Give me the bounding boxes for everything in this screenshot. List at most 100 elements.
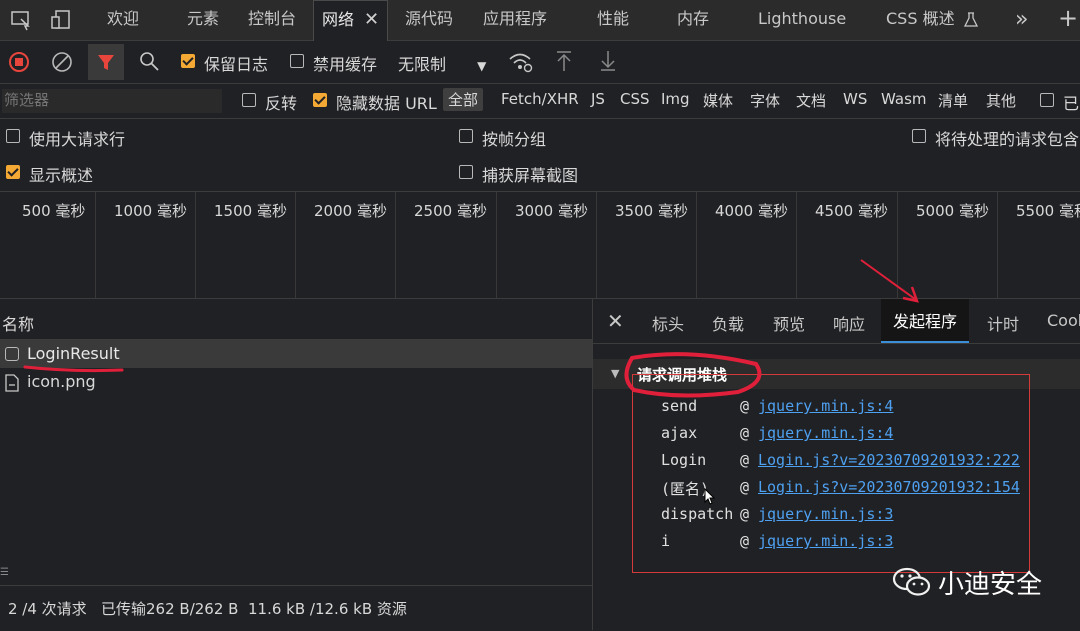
tab-application[interactable]: 应用程序	[483, 0, 547, 40]
preserve-log-checkbox[interactable]	[181, 54, 195, 68]
timeline-tick-label: 4500 毫秒	[815, 202, 888, 220]
filter-type-font[interactable]: 字体	[750, 90, 780, 111]
filter-input[interactable]	[2, 89, 222, 113]
export-har-icon[interactable]	[598, 49, 618, 77]
request-list-header: 名称	[0, 299, 592, 340]
close-icon[interactable]: ✕	[607, 309, 624, 333]
tab-network[interactable]: 网络 ✕	[313, 0, 389, 41]
throttle-select[interactable]: 无限制 ▼	[398, 51, 486, 75]
network-settings: 使用大请求行 按帧分组 将待处理的请求包含 显示概述 捕获屏幕截图	[0, 119, 1080, 192]
timeline-tick	[395, 192, 396, 298]
document-icon	[5, 347, 19, 361]
tab-css-overview-label: CSS 概述	[886, 9, 955, 28]
tab-memory[interactable]: 内存	[677, 0, 709, 40]
close-icon[interactable]: ✕	[364, 9, 379, 30]
network-status-bar: 2 /4 次请求 已传输262 B/262 B 11.6 kB /12.6 kB…	[0, 585, 592, 631]
timeline-tick	[596, 192, 597, 298]
tab-preview[interactable]: 预览	[773, 311, 805, 335]
clear-icon[interactable]	[51, 51, 73, 77]
timeline-tick-label: 1500 毫秒	[214, 202, 287, 220]
throttle-value: 无限制	[398, 55, 447, 74]
invert-checkbox[interactable]	[242, 93, 256, 107]
tab-elements[interactable]: 元素	[187, 0, 219, 40]
tab-css-overview[interactable]: CSS 概述	[886, 0, 978, 40]
timeline-tick	[95, 192, 96, 298]
timeline-tick	[796, 192, 797, 298]
network-conditions-icon[interactable]	[508, 50, 534, 78]
filter-type-ws[interactable]: WS	[843, 90, 867, 108]
filter-type-wasm[interactable]: Wasm	[881, 90, 927, 108]
device-toolbar-icon[interactable]	[50, 9, 72, 35]
devtools-tab-bar: 欢迎 元素 控制台 网络 ✕ 源代码 应用程序 性能 内存 Lighthouse …	[0, 0, 1080, 41]
highlight-box-annotation	[632, 374, 1030, 573]
big-request-rows-label: 使用大请求行	[29, 130, 126, 149]
import-har-icon[interactable]	[554, 49, 574, 77]
dropdown-arrow-icon: ▼	[477, 59, 487, 73]
pending-requests-label: 将待处理的请求包含	[935, 130, 1080, 149]
group-by-frame-label: 按帧分组	[482, 130, 547, 149]
capture-screenshots-label: 捕获屏幕截图	[482, 166, 579, 185]
disable-cache-checkbox[interactable]	[290, 54, 304, 68]
timeline-tick	[997, 192, 998, 298]
sidebar-toggle-icon[interactable]: ☰	[0, 567, 9, 578]
request-name: LoginResult	[27, 344, 120, 363]
timeline-tick-label: 4000 毫秒	[715, 202, 788, 220]
filter-type-all[interactable]: 全部	[443, 88, 484, 111]
timeline-tick-label: 2500 毫秒	[414, 202, 487, 220]
underline-annotation	[23, 365, 124, 373]
timeline-tick-label: 500 毫秒	[22, 202, 86, 220]
tab-response[interactable]: 响应	[833, 311, 865, 335]
filter-type-img[interactable]: Img	[661, 90, 690, 108]
column-header-name[interactable]: 名称	[2, 311, 34, 335]
filter-type-media[interactable]: 媒体	[703, 90, 733, 111]
filter-type-fetch-xhr[interactable]: Fetch/XHR	[501, 90, 579, 108]
add-tab-icon[interactable]: +	[1058, 4, 1078, 32]
arrow-annotation	[860, 259, 919, 303]
request-list-panel: 名称 LoginResult icon.png ☰ 2 /4 次请求 已传输26…	[0, 299, 593, 631]
tab-payload[interactable]: 负载	[712, 311, 744, 335]
timeline-tick	[195, 192, 196, 298]
timeline-tick-label: 1000 毫秒	[114, 202, 187, 220]
tab-console[interactable]: 控制台	[248, 0, 296, 40]
hide-data-urls-checkbox[interactable]	[313, 93, 327, 107]
filter-type-doc[interactable]: 文档	[796, 90, 826, 111]
tab-performance[interactable]: 性能	[597, 0, 629, 40]
timeline-tick-label: 5500 毫秒	[1016, 202, 1080, 220]
timeline-tick-label: 3000 毫秒	[515, 202, 588, 220]
tab-timing[interactable]: 计时	[987, 311, 1019, 335]
capture-screenshots-checkbox[interactable]	[459, 165, 473, 179]
filter-toggle-icon[interactable]	[88, 44, 124, 80]
tab-sources[interactable]: 源代码	[405, 0, 453, 40]
preserve-log-label: 保留日志	[204, 55, 269, 74]
timeline-tick	[295, 192, 296, 298]
show-overview-checkbox[interactable]	[6, 165, 20, 179]
watermark: 小迪安全	[892, 562, 1062, 602]
image-file-icon	[5, 374, 19, 396]
filter-type-css[interactable]: CSS	[620, 90, 650, 108]
filter-type-js[interactable]: JS	[591, 90, 605, 108]
circle-annotation	[624, 352, 762, 398]
inspect-element-icon[interactable]	[10, 9, 32, 35]
group-by-frame-checkbox[interactable]	[459, 129, 473, 143]
record-stop-icon[interactable]	[8, 51, 30, 77]
disable-cache-label: 禁用缓存	[313, 55, 378, 74]
filter-type-manifest[interactable]: 清单	[938, 90, 968, 111]
timeline-tick-label: 5000 毫秒	[916, 202, 989, 220]
wechat-icon	[892, 567, 931, 596]
tab-headers[interactable]: 标头	[652, 311, 684, 335]
blocked-requests-checkbox[interactable]	[1040, 93, 1054, 107]
tab-lighthouse[interactable]: Lighthouse	[758, 0, 846, 40]
filter-type-other[interactable]: 其他	[986, 90, 1016, 111]
flask-icon	[963, 11, 978, 27]
search-icon[interactable]	[139, 51, 161, 77]
watermark-text: 小迪安全	[938, 570, 1043, 600]
tab-cookies[interactable]: Cook	[1047, 311, 1080, 330]
blocked-requests-label: 已	[1063, 94, 1080, 113]
big-request-rows-checkbox[interactable]	[6, 129, 20, 143]
request-count: 2 /4 次请求	[8, 600, 87, 618]
pending-requests-checkbox[interactable]	[912, 129, 926, 143]
more-tabs-icon[interactable]: »	[1015, 7, 1028, 32]
tab-welcome[interactable]: 欢迎	[107, 0, 139, 40]
tab-network-label: 网络	[322, 10, 355, 29]
detail-tab-bar: ✕ 标头 负载 预览 响应 发起程序 计时 Cook	[593, 299, 1080, 344]
